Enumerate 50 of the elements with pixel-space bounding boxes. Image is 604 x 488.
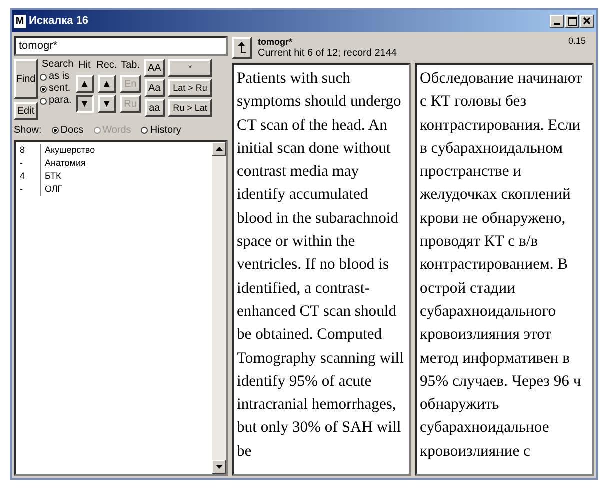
pane-paragraph: Patients with such symptoms should undergo CT scan of the head. An initial scan done without contrast media may identify accumulated blood in the subarachnoid space or within the ventricles. If no blood is identified, a contrast-enhanced CT scan should be obtained. Computed Tomography scanning will identify 95% of acute intracranial hemorrhages, but only 30% of SAH will be [237,69,405,462]
window-title: Искалка 16 [29,15,90,27]
toolbar-button[interactable]: ▼ [76,95,94,113]
document-name[interactable]: БТК [40,170,62,183]
find-button[interactable]: Find [14,59,38,99]
document-name[interactable]: Анатомия [40,157,86,170]
toolbar-button[interactable]: Lat > Ru [168,79,212,97]
document-name[interactable]: ОЛГ [40,183,63,196]
hit-count: 4 [19,170,26,183]
up-arrow-icon [216,147,222,151]
toolbar-button[interactable]: ▲ [98,75,116,93]
close-button[interactable] [580,14,594,28]
edit-button[interactable]: Edit [14,102,38,120]
group-label: Hit [78,59,91,73]
document-name[interactable]: Акушерство [40,144,96,157]
back-button[interactable] [232,37,252,59]
elapsed-time: 0.15 [568,36,587,46]
app-icon: M [14,14,26,28]
scroll-up-button[interactable] [212,142,226,156]
minimize-button[interactable] [550,14,564,28]
hit-count: - [19,157,24,170]
hit-count: - [19,183,24,196]
search-mode-radio[interactable]: para. [40,95,74,107]
toolbar-button[interactable]: Ru > Lat [168,99,212,117]
query-text: tomogr* [258,37,294,48]
search-mode-radio[interactable]: as is [40,71,74,83]
close-icon [583,17,591,25]
toolbar-button[interactable]: * [168,59,212,77]
show-radio[interactable]: History [141,124,182,136]
show-label: Show: [14,124,42,136]
return-arrow-icon [237,42,247,54]
search-mode-label: Search [41,59,74,71]
maximize-button[interactable] [565,14,579,28]
toolbar-button[interactable]: ▼ [98,95,116,113]
pane-paragraph: Обследование начинают с КТ головы без контрастирования. Если в субарахноидальном пространстве и желудочках скоплений крови не обнаружено, проводят КТ с в/в контрастированием. В острой стадии субарахноидального кровоизлияния этот метод информативен в 95% случаев. Через 96 ч обнаружить субарахноидальное кровоизлияние с [420,69,584,462]
show-radio[interactable]: Docs [52,124,84,136]
hit-count: 8 [19,144,26,157]
hit-status: Current hit 6 of 12; record 2144 [258,48,398,59]
toolbar-button[interactable]: aa [144,99,165,117]
scrollbar[interactable] [212,142,226,474]
toolbar-button[interactable]: Aa [144,79,165,97]
scroll-down-button[interactable] [212,460,226,474]
group-label: Tab. [121,59,140,73]
search-field[interactable]: tomogr* [14,36,228,56]
search-mode-radio[interactable]: sent. [40,83,74,95]
toolbar-button[interactable]: ▲ [76,75,94,93]
down-arrow-icon [216,465,222,469]
maximize-icon [568,16,576,26]
toolbar-button[interactable]: AA [144,59,166,77]
group-label: Rec. [96,59,118,73]
